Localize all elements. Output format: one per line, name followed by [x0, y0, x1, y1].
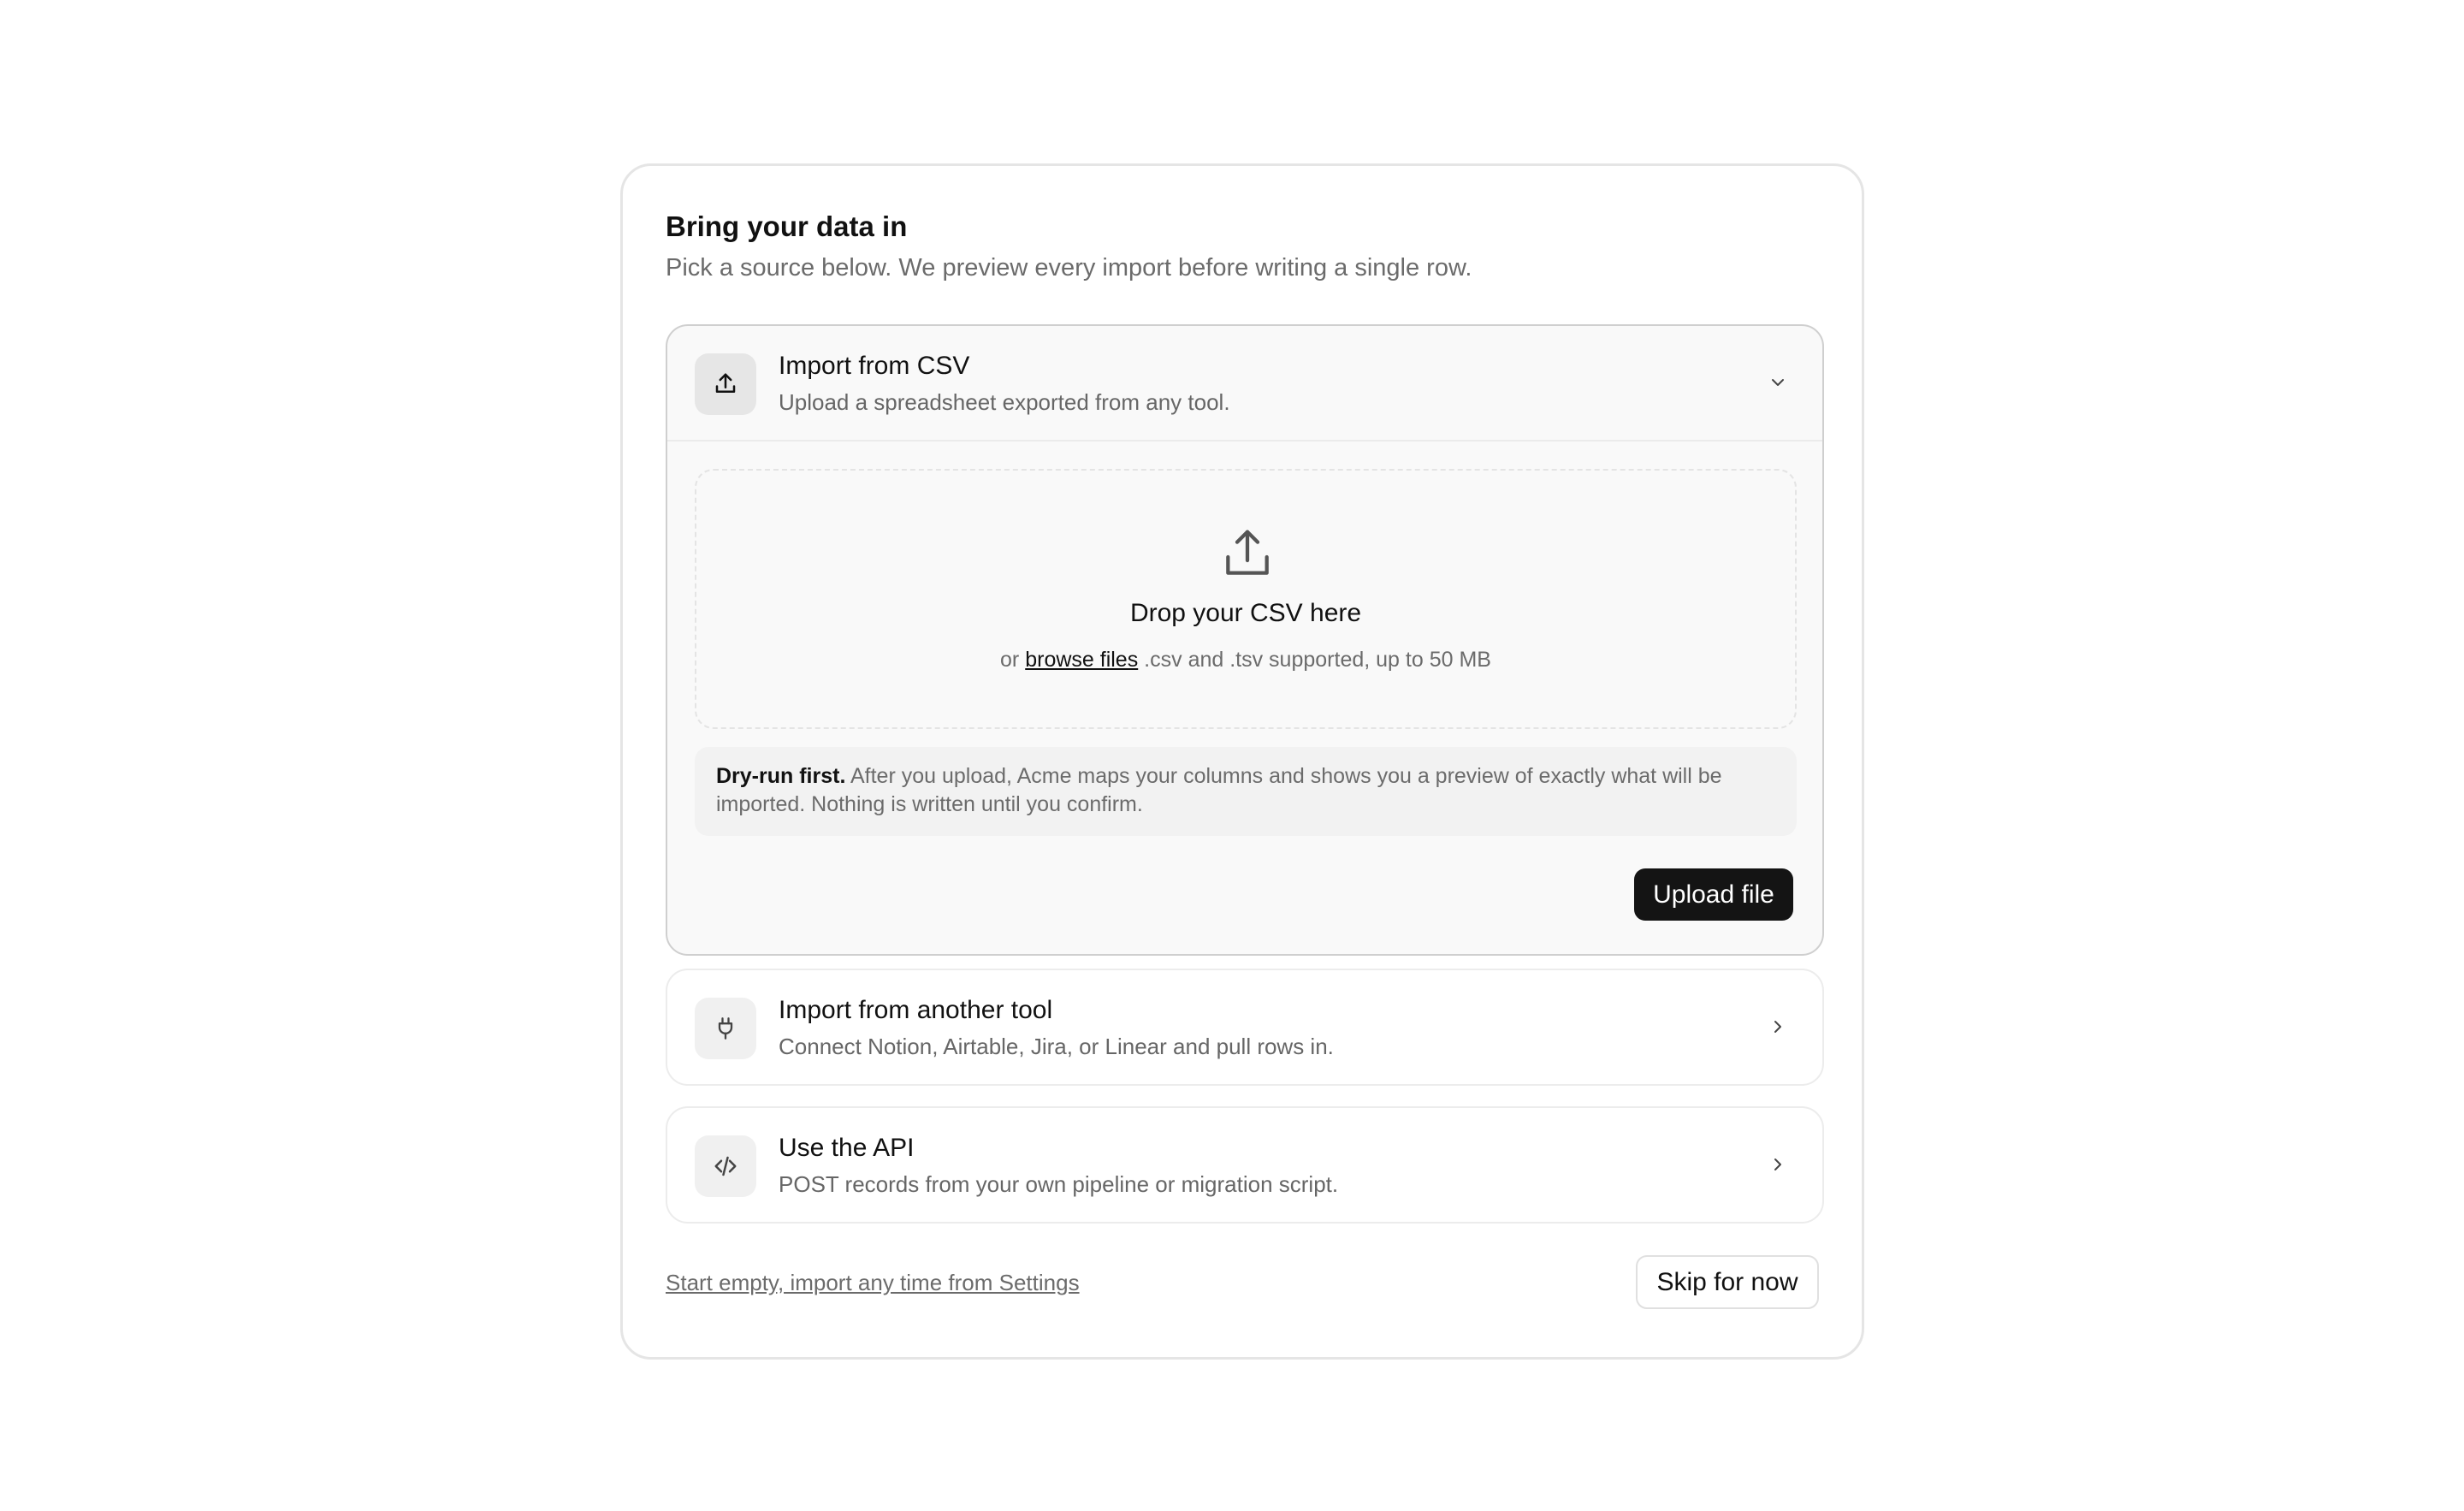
- upload-file-button[interactable]: Upload file: [1634, 868, 1793, 921]
- dropzone-prefix: or: [1000, 648, 1020, 672]
- note-heading: Dry-run first.: [716, 764, 846, 788]
- option-description: POST records from your own pipeline or m…: [779, 1171, 1339, 1197]
- option-import-tool[interactable]: Import from another tool Connect Notion,…: [666, 969, 1824, 1086]
- option-header-tool[interactable]: Import from another tool Connect Notion,…: [667, 970, 1822, 1086]
- plug-icon: [695, 998, 756, 1059]
- option-title: Import from CSV: [779, 352, 970, 380]
- start-empty-link[interactable]: Start empty, import any time from Settin…: [666, 1270, 1080, 1296]
- option-title: Import from another tool: [779, 996, 1053, 1024]
- option-title: Use the API: [779, 1134, 915, 1162]
- chevron-right-icon[interactable]: [1764, 1151, 1792, 1178]
- dropzone-title: Drop your CSV here: [1129, 599, 1362, 627]
- import-card: Bring your data in Pick a source below. …: [620, 163, 1864, 1360]
- upload-icon: [1220, 526, 1275, 581]
- chevron-right-icon[interactable]: [1764, 1013, 1792, 1040]
- dry-run-note: Dry-run first. After you upload, Acme ma…: [695, 747, 1797, 836]
- page-title: Bring your data in: [666, 210, 908, 242]
- option-use-api[interactable]: Use the API POST records from your own p…: [666, 1106, 1824, 1224]
- option-description: Connect Notion, Airtable, Jira, or Linea…: [779, 1034, 1334, 1059]
- dropzone-formats: .csv and .tsv supported, up to 50 MB: [1144, 648, 1491, 672]
- skip-for-now-button[interactable]: Skip for now: [1636, 1255, 1819, 1309]
- page-subtitle: Pick a source below. We preview every im…: [666, 254, 1472, 281]
- option-header-api[interactable]: Use the API POST records from your own p…: [667, 1108, 1822, 1224]
- dropzone-hint: or browse files .csv and .tsv supported,…: [696, 648, 1795, 673]
- note-text: After you upload, Acme maps your columns…: [716, 764, 1722, 816]
- csv-dropzone[interactable]: Drop your CSV here or browse files .csv …: [695, 469, 1797, 729]
- option-import-csv: Import from CSV Upload a spreadsheet exp…: [666, 324, 1824, 956]
- chevron-down-icon[interactable]: [1764, 369, 1792, 396]
- browse-files-link[interactable]: browse files: [1025, 648, 1138, 672]
- upload-icon: [695, 353, 756, 415]
- code-icon: [695, 1135, 756, 1197]
- option-description: Upload a spreadsheet exported from any t…: [779, 389, 1230, 415]
- option-header-csv[interactable]: Import from CSV Upload a spreadsheet exp…: [667, 326, 1822, 441]
